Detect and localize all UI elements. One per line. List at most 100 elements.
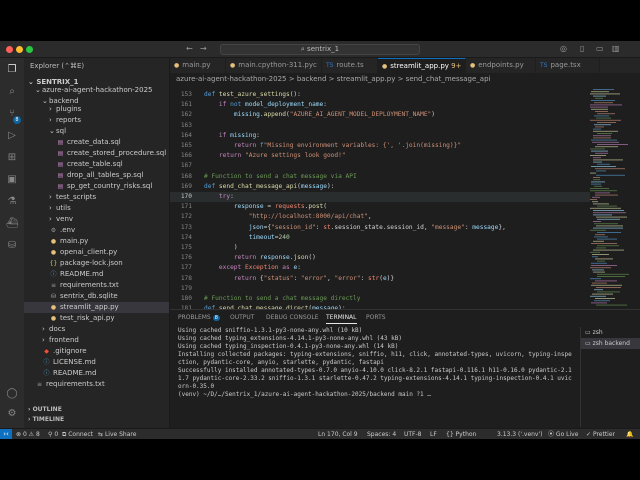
tree-item[interactable]: ▤ sp_get_country_risks.sql [24, 181, 169, 192]
editor-tab[interactable]: ● endpoints.py [466, 58, 536, 73]
maximize-window-button[interactable] [26, 46, 33, 53]
breadcrumb[interactable]: azure-ai-agent-hackathon-2025 > backend … [176, 75, 490, 83]
tree-item[interactable]: › venv [24, 214, 169, 225]
tree-item[interactable]: ● test_risk_api.py [24, 313, 169, 324]
gear-icon[interactable]: ⚙ [6, 408, 18, 420]
code-line[interactable]: 176 return response.json() [170, 253, 590, 263]
code-line[interactable]: 180 # Function to send a chat message dir… [170, 294, 590, 304]
cursor-position[interactable]: Ln 170, Col 9 [318, 430, 358, 439]
tree-item[interactable]: ● main.py [24, 236, 169, 247]
toggle-sidebar-icon[interactable]: ▯ [580, 44, 584, 53]
account-icon[interactable]: ◯ [6, 388, 18, 400]
notifications-bell-icon[interactable]: 🔔 [626, 430, 633, 439]
minimize-window-button[interactable] [16, 46, 23, 53]
timeline-section[interactable]: › TIMELINE [28, 416, 64, 423]
tree-item[interactable]: ⌄sql [24, 126, 169, 137]
tree-item[interactable]: ▤ create_table.sql [24, 159, 169, 170]
editor-tab[interactable]: ● streamlit_app.py 9+ [378, 58, 466, 73]
remote-explorer-icon[interactable]: ▣ [6, 174, 18, 186]
forward-arrow-icon[interactable]: → [200, 44, 207, 53]
code-line[interactable]: 171 response = requests.post( [170, 202, 590, 212]
tree-item[interactable]: ≡ requirements.txt [24, 280, 169, 291]
code-line[interactable]: 167 [170, 161, 590, 171]
remote-indicator-button[interactable]: ›‹ [0, 429, 12, 439]
tree-item[interactable]: ⚙ .env [24, 225, 169, 236]
live-share-button[interactable]: ⇆ Live Share [98, 430, 136, 439]
language-status[interactable]: {} Python [446, 430, 476, 439]
terminal-instance[interactable]: ▭ zsh backend [581, 338, 640, 349]
code-line[interactable]: 175 ) [170, 243, 590, 253]
code-line[interactable]: 163 [170, 121, 590, 131]
encoding-status[interactable]: UTF-8 [404, 430, 422, 439]
eol-status[interactable]: LF [430, 430, 437, 439]
code-line[interactable]: 172 "http://localhost:8000/api/chat", [170, 212, 590, 222]
code-line[interactable]: 177 except Exception as e: [170, 263, 590, 273]
tree-item[interactable]: ⌄azure-ai-agent-hackathon-2025 [24, 85, 169, 96]
tree-item[interactable]: ▤ drop_all_tables_sp.sql [24, 170, 169, 181]
code-line[interactable]: 173 json={"session_id": st.session_state… [170, 223, 590, 233]
code-line[interactable]: 165 return f"Missing environment variabl… [170, 141, 590, 151]
testing-icon[interactable]: ⚗ [6, 196, 18, 208]
outline-section[interactable]: › OUTLINE [28, 406, 62, 413]
code-line[interactable]: 164 if missing: [170, 131, 590, 141]
panel-tab[interactable]: PORTS [366, 314, 386, 321]
tree-item[interactable]: {} package-lock.json [24, 258, 169, 269]
code-line[interactable]: 168 # Function to send a chat message via… [170, 172, 590, 182]
panel-tab[interactable]: TERMINAL [326, 314, 357, 324]
code-line[interactable]: 170 try: [170, 192, 590, 202]
extensions-icon[interactable]: ⊞ [6, 152, 18, 164]
tree-item[interactable]: ◆ .gitignore [24, 346, 169, 357]
connect-button[interactable]: ⧉ Connect [62, 430, 93, 439]
panel-tab[interactable]: OUTPUT [230, 314, 254, 321]
tree-item[interactable]: ⓘ README.md [24, 368, 169, 379]
terminal-instance[interactable]: ▭ zsh [581, 327, 640, 338]
tree-item[interactable]: ▤ create_data.sql [24, 137, 169, 148]
tree-item[interactable]: › test_scripts [24, 192, 169, 203]
tree-item[interactable]: › reports [24, 115, 169, 126]
tree-item[interactable]: ▤ create_stored_procedure.sql [24, 148, 169, 159]
tree-item[interactable]: ≡ requirements.txt [24, 379, 169, 390]
prettier-status[interactable]: ✓ Prettier [586, 430, 615, 439]
panel-tab[interactable]: PROBLEMS 8 [178, 314, 220, 321]
problems-status[interactable]: ⊗ 0 ⚠ 8 [16, 430, 40, 439]
code-line[interactable]: 161 if not model_deployment_name: [170, 100, 590, 110]
editor-tab[interactable]: TS page.tsx [536, 58, 600, 73]
tree-item[interactable]: ⛁ sentrix_db.sqlite [24, 291, 169, 302]
code-line[interactable]: 174 timeout=240 [170, 233, 590, 243]
interpreter-status[interactable]: 3.13.3 ('.venv') [497, 430, 542, 439]
ports-status[interactable]: ⚲ 0 [48, 430, 58, 439]
tree-item[interactable]: ⓘ README.md [24, 269, 169, 280]
go-live-button[interactable]: ⦿ Go Live [548, 430, 578, 439]
run-debug-icon[interactable]: ▷ [6, 130, 18, 142]
search-icon[interactable]: ⌕ [6, 86, 18, 98]
back-arrow-icon[interactable]: ← [186, 44, 193, 53]
tree-item[interactable]: ⓘ LICENSE.md [24, 357, 169, 368]
panel-tab[interactable]: DEBUG CONSOLE [266, 314, 319, 321]
tree-item[interactable]: › docs [24, 324, 169, 335]
layout-icon[interactable]: ▥ [612, 44, 620, 53]
terminal-output[interactable]: Using cached sniffio-1.3.1-py3-none-any.… [178, 327, 578, 427]
code-line[interactable]: 153 def test_azure_settings(): [170, 90, 590, 100]
editor-tab[interactable]: ● main.cpython-311.pyc [226, 58, 322, 73]
code-line[interactable]: 169 def send_chat_message_api(message): [170, 182, 590, 192]
code-line[interactable]: 162 missing.append("AZURE_AI_AGENT_MODEL… [170, 110, 590, 120]
tree-item[interactable]: › utils [24, 203, 169, 214]
code-line[interactable]: 166 return "Azure settings look good!" [170, 151, 590, 161]
database-icon[interactable]: ⛁ [6, 240, 18, 252]
tree-item[interactable]: ● openai_client.py [24, 247, 169, 258]
close-window-button[interactable] [6, 46, 13, 53]
tree-item[interactable]: ● streamlit_app.py [24, 302, 169, 313]
code-editor[interactable]: 153 def test_azure_settings(): 161 if not … [170, 87, 640, 309]
code-line[interactable]: 179 [170, 284, 590, 294]
command-center-search[interactable]: ⌕ sentrix_1 [220, 44, 420, 55]
docker-icon[interactable]: ⛴ [6, 218, 19, 230]
tree-item[interactable]: › plugins [24, 104, 169, 115]
code-line[interactable]: 178 return {"status": "error", "error": … [170, 274, 590, 284]
explorer-icon[interactable]: ❐ [6, 64, 18, 76]
tree-item[interactable]: › frontend [24, 335, 169, 346]
minimap[interactable] [588, 87, 634, 309]
indentation-status[interactable]: Spaces: 4 [367, 430, 396, 439]
editor-tab[interactable]: TS route.ts [322, 58, 378, 73]
toggle-panel-icon[interactable]: ▭ [596, 44, 604, 53]
copilot-icon[interactable]: ◎ [560, 44, 567, 53]
